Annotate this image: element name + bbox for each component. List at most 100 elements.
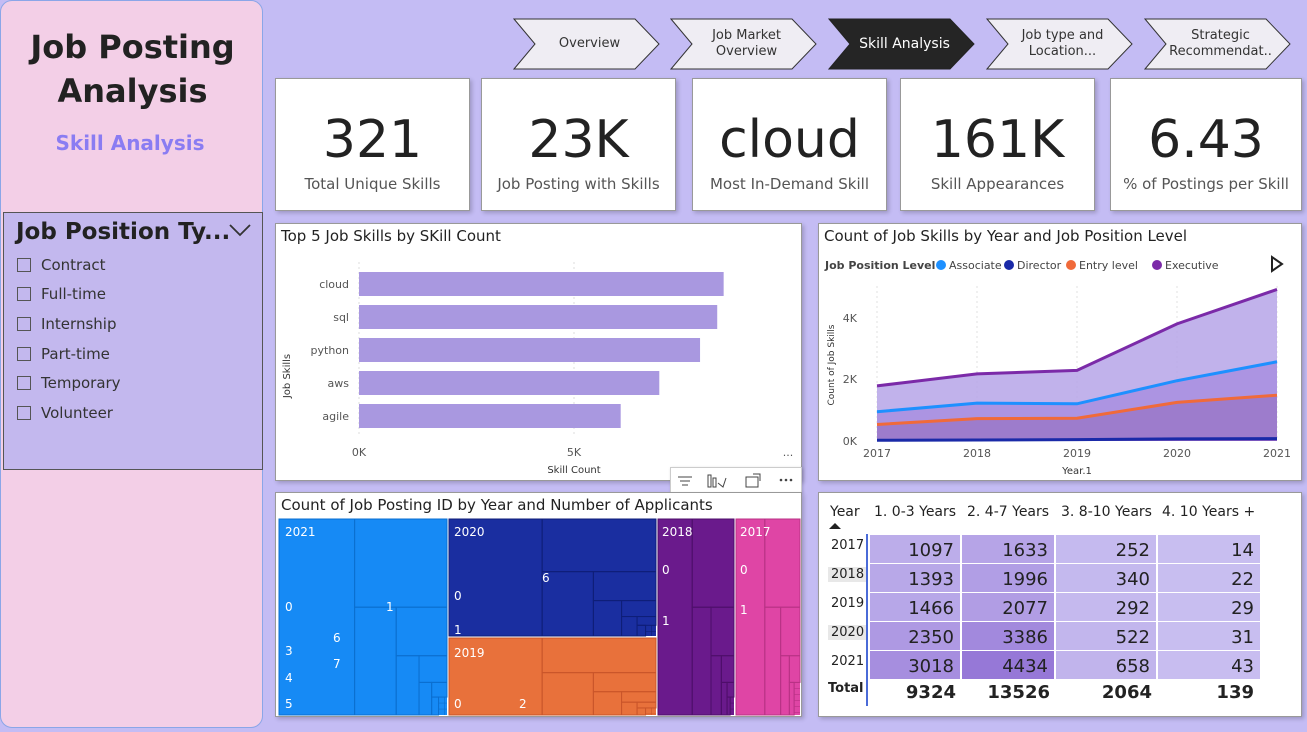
table-row-year: 2018 — [828, 567, 868, 582]
category-label: sql — [333, 311, 349, 324]
legend-item[interactable]: Director — [1017, 259, 1062, 272]
tab-job-market-overview[interactable]: Job Market Overview — [670, 18, 817, 70]
kpi-card-postings-with-skills: 23K Job Posting with Skills — [481, 78, 676, 211]
bar-chart-plot: Job Skills Skill Count 0K 5K ... cloud sq… — [282, 262, 794, 476]
tab-strategic-recommendations[interactable]: Strategic Recommendat.. — [1144, 18, 1291, 70]
treemap-postings-by-year: Count of Job Posting ID by Year and Numb… — [275, 492, 802, 717]
treemap-block-2017[interactable] — [736, 519, 800, 715]
table-row-year: 2020 — [828, 625, 868, 640]
table-cell: 2077 — [962, 593, 1054, 621]
table-cell: 658 — [1056, 651, 1156, 679]
treemap-label: 6 — [542, 571, 550, 585]
table-header[interactable]: 4. 10 Years + — [1162, 504, 1255, 520]
line-director[interactable] — [876, 437, 1278, 442]
bar-aws[interactable] — [359, 371, 660, 395]
category-label: python — [311, 344, 350, 357]
table-cell: 3018 — [870, 651, 960, 679]
slicer-item-part-time[interactable]: Part-time — [17, 344, 110, 364]
legend-item[interactable]: Associate — [949, 259, 1002, 272]
slicer-item-internship[interactable]: Internship — [17, 314, 116, 334]
table-row-year: 2017 — [831, 538, 865, 553]
bar-python[interactable] — [359, 338, 701, 362]
x-axis-label: Skill Count — [547, 465, 600, 476]
legend-item[interactable]: Executive — [1165, 259, 1219, 272]
more-options-icon[interactable] — [779, 478, 793, 482]
kpi-card-unique-skills: 321 Total Unique Skills — [275, 78, 470, 211]
checkbox[interactable] — [17, 258, 31, 272]
y-tick-label: 2K — [843, 373, 858, 386]
table-cell: 14 — [1158, 535, 1260, 563]
kpi-card-top-skill: cloud Most In-Demand Skill — [692, 78, 887, 211]
treemap-label: 4 — [285, 671, 293, 685]
table-cell: 1393 — [870, 564, 960, 592]
legend-item[interactable]: Entry level — [1079, 259, 1138, 272]
y-axis-label: Count of Job Skills — [827, 324, 837, 405]
area-chart-plot: Job Position Level Count of Job Skills Y… — [824, 255, 1291, 477]
legend-marker — [1004, 260, 1014, 270]
checkbox[interactable] — [17, 406, 31, 420]
category-label: aws — [328, 377, 350, 390]
x-axis-label: Year.1 — [1061, 466, 1092, 477]
treemap-label-2017: 2017 — [740, 525, 771, 539]
bar-cloud[interactable] — [359, 272, 724, 296]
x-tick-label: 2021 — [1263, 447, 1291, 460]
table-header-year[interactable]: Year — [830, 504, 860, 520]
x-tick-label: ... — [783, 446, 794, 459]
slicer-item-full-time[interactable]: Full-time — [17, 284, 106, 304]
category-label: agile — [322, 410, 349, 423]
table-header[interactable]: 3. 8-10 Years — [1061, 504, 1152, 520]
table-cell: 1633 — [962, 535, 1054, 563]
kpi-value: cloud — [719, 110, 860, 170]
tab-job-type-location[interactable]: Job type and Location... — [986, 18, 1133, 70]
treemap-label: 0 — [740, 563, 748, 577]
slicer-item-temporary[interactable]: Temporary — [17, 373, 121, 393]
x-tick-label: 2020 — [1163, 447, 1191, 460]
legend-marker — [1152, 260, 1162, 270]
treemap-label-2020: 2020 — [454, 525, 485, 539]
table-cell: 2350 — [870, 622, 960, 650]
treemap-label: 1 — [454, 623, 462, 637]
focus-mode-icon[interactable] — [745, 473, 761, 488]
table-cell: 1097 — [870, 535, 960, 563]
bar-sql[interactable] — [359, 305, 718, 329]
drill-icon[interactable] — [707, 474, 727, 488]
slicer-item-contract[interactable]: Contract — [17, 255, 106, 275]
treemap-label-2019: 2019 — [454, 646, 485, 660]
page-subtitle: Skill Analysis — [55, 131, 205, 155]
checkbox[interactable] — [17, 287, 31, 301]
bar-agile[interactable] — [359, 404, 621, 428]
kpi-value: 321 — [322, 110, 423, 170]
tab-overview[interactable]: Overview — [513, 18, 660, 70]
y-axis-label: Job Skills — [282, 354, 293, 399]
kpi-value: 23K — [528, 110, 629, 170]
filter-icon[interactable] — [678, 476, 692, 486]
chevron-down-icon[interactable] — [228, 223, 252, 237]
treemap-block-2021[interactable] — [279, 519, 447, 715]
area-chart-skills-by-year: Count of Job Skills by Year and Job Posi… — [818, 223, 1302, 481]
x-tick-label: 2017 — [863, 447, 891, 460]
tab-skill-analysis[interactable]: Skill Analysis — [828, 18, 975, 70]
slicer-item-volunteer[interactable]: Volunteer — [17, 403, 113, 423]
job-position-type-slicer[interactable]: Job Position Ty... Contract Full-time In… — [3, 212, 263, 470]
table-total: 13526 — [987, 682, 1050, 703]
table-header[interactable]: 1. 0-3 Years — [874, 504, 956, 520]
sort-ascending-icon — [829, 523, 841, 529]
x-tick-label: 2019 — [1063, 447, 1091, 460]
table-header[interactable]: 2. 4-7 Years — [967, 504, 1049, 520]
legend-next-icon[interactable] — [1271, 255, 1284, 273]
table-cell: 1996 — [962, 564, 1054, 592]
kpi-label: Job Posting with Skills — [497, 175, 660, 193]
checkbox[interactable] — [17, 317, 31, 331]
table-divider — [866, 534, 868, 706]
table-total: 139 — [1216, 682, 1254, 703]
treemap-label: 0 — [454, 697, 462, 711]
treemap-label: 1 — [740, 603, 748, 617]
table-total-label: Total — [828, 681, 864, 696]
checkbox[interactable] — [17, 376, 31, 390]
kpi-label: % of Postings per Skill — [1123, 175, 1289, 193]
checkbox[interactable] — [17, 347, 31, 361]
table-cell: 29 — [1158, 593, 1260, 621]
table-cell: 31 — [1158, 622, 1260, 650]
legend-marker — [1066, 260, 1076, 270]
table-cell: 3386 — [962, 622, 1054, 650]
